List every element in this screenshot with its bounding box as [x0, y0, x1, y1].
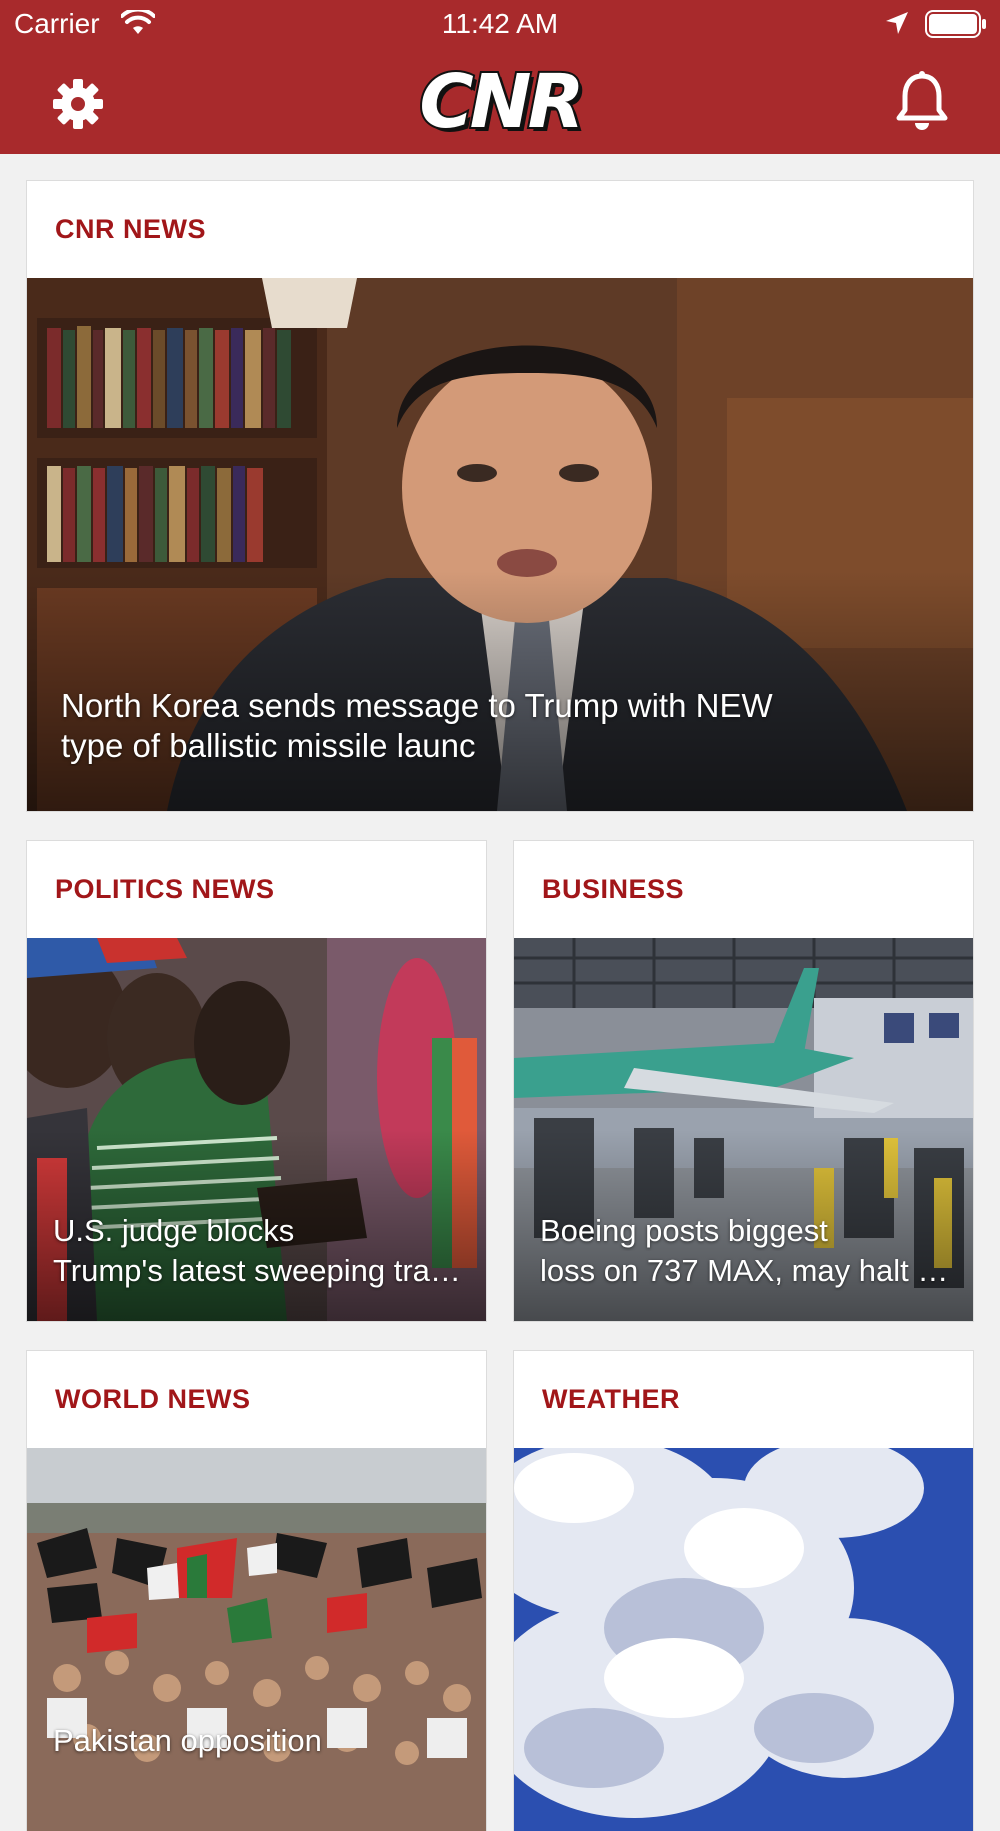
- story-headline[interactable]: Pakistan opposition: [53, 1721, 463, 1761]
- battery-icon: [925, 10, 987, 38]
- section-card-cnr-news[interactable]: CNR NEWS North Korea sends message to Tr…: [27, 181, 973, 811]
- story-image[interactable]: [514, 1448, 973, 1831]
- story-headline[interactable]: U.S. judge blocks Trump's latest sweepin…: [53, 1211, 463, 1291]
- headline-line-1: North Korea sends message to Trump with …: [61, 687, 773, 724]
- section-title: BUSINESS: [542, 873, 685, 904]
- navigation-bar: CNR: [0, 48, 1000, 154]
- headline-line-2: Trump's latest sweeping travel ban: [53, 1253, 463, 1288]
- story-image[interactable]: [27, 1448, 486, 1831]
- status-bar: Carrier 11:42 AM: [0, 0, 1000, 48]
- gear-icon[interactable]: [50, 76, 106, 132]
- section-card-world-news[interactable]: WORLD NEWS Pakistan opposition: [27, 1351, 486, 1831]
- section-card-business[interactable]: BUSINESS Boeing posts biggest loss on 73…: [514, 841, 973, 1321]
- location-arrow-icon: [884, 10, 910, 43]
- section-title: POLITICS NEWS: [55, 873, 275, 904]
- section-title: CNR NEWS: [55, 213, 206, 244]
- logo-text: CNR: [417, 59, 586, 145]
- status-time: 11:42 AM: [441, 8, 559, 39]
- section-title: WORLD NEWS: [55, 1383, 251, 1414]
- story-headline[interactable]: North Korea sends message to Trump with …: [61, 686, 961, 766]
- headline-line-2: type of ballistic missile launc: [61, 727, 476, 764]
- headline-line-1: Pakistan opposition: [53, 1723, 322, 1758]
- section-card-weather[interactable]: WEATHER: [514, 1351, 973, 1831]
- section-card-politics-news[interactable]: POLITICS NEWS U.S. judge blocks Trump's …: [27, 841, 486, 1321]
- headline-line-1: Boeing posts biggest: [540, 1213, 828, 1248]
- story-headline[interactable]: Boeing posts biggest loss on 737 MAX, ma…: [540, 1211, 950, 1291]
- app-header: Carrier 11:42 AM CNR: [0, 0, 1000, 154]
- cnr-logo: CNR: [402, 59, 598, 145]
- headline-line-2: loss on 737 MAX, may halt production: [540, 1253, 950, 1288]
- section-title: WEATHER: [542, 1383, 680, 1414]
- bell-icon[interactable]: [894, 70, 950, 134]
- headline-line-1: U.S. judge blocks: [53, 1213, 295, 1248]
